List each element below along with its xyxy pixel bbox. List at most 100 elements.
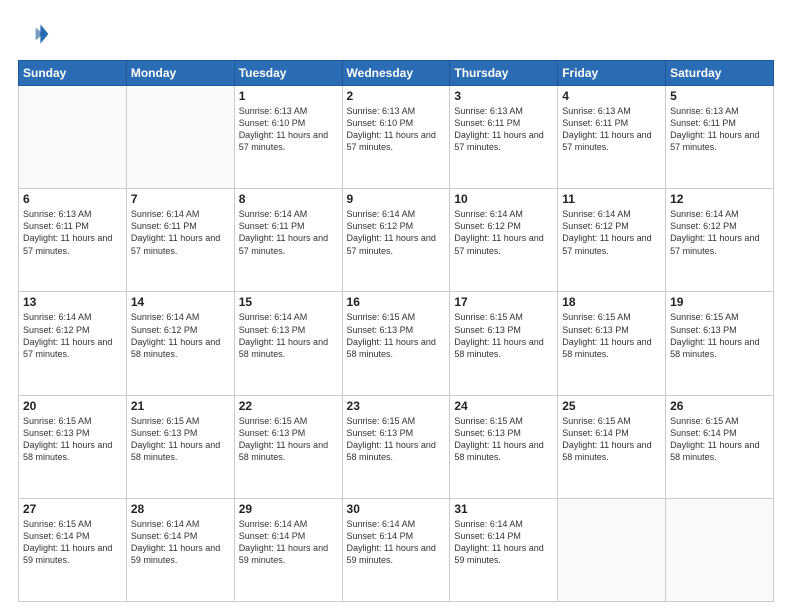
day-info: Sunrise: 6:14 AM Sunset: 6:12 PM Dayligh… [670, 208, 769, 257]
day-info: Sunrise: 6:15 AM Sunset: 6:14 PM Dayligh… [670, 415, 769, 464]
calendar-cell: 16 Sunrise: 6:15 AM Sunset: 6:13 PM Dayli… [342, 292, 450, 395]
calendar-cell: 26 Sunrise: 6:15 AM Sunset: 6:14 PM Dayli… [666, 395, 774, 498]
day-info: Sunrise: 6:13 AM Sunset: 6:11 PM Dayligh… [454, 105, 553, 154]
day-info: Sunrise: 6:15 AM Sunset: 6:14 PM Dayligh… [562, 415, 661, 464]
day-info: Sunrise: 6:15 AM Sunset: 6:13 PM Dayligh… [347, 311, 446, 360]
day-info: Sunrise: 6:13 AM Sunset: 6:10 PM Dayligh… [239, 105, 338, 154]
day-number: 3 [454, 89, 553, 103]
calendar-cell: 10 Sunrise: 6:14 AM Sunset: 6:12 PM Dayli… [450, 189, 558, 292]
weekday-header-thursday: Thursday [450, 61, 558, 86]
day-number: 7 [131, 192, 230, 206]
day-info: Sunrise: 6:14 AM Sunset: 6:12 PM Dayligh… [347, 208, 446, 257]
calendar-cell: 12 Sunrise: 6:14 AM Sunset: 6:12 PM Dayli… [666, 189, 774, 292]
day-number: 30 [347, 502, 446, 516]
calendar-cell [126, 86, 234, 189]
weekday-header-row: SundayMondayTuesdayWednesdayThursdayFrid… [19, 61, 774, 86]
day-number: 26 [670, 399, 769, 413]
calendar-cell: 31 Sunrise: 6:14 AM Sunset: 6:14 PM Dayli… [450, 498, 558, 601]
week-row-5: 27 Sunrise: 6:15 AM Sunset: 6:14 PM Dayli… [19, 498, 774, 601]
calendar-cell: 1 Sunrise: 6:13 AM Sunset: 6:10 PM Daylig… [234, 86, 342, 189]
calendar-cell: 9 Sunrise: 6:14 AM Sunset: 6:12 PM Daylig… [342, 189, 450, 292]
day-info: Sunrise: 6:15 AM Sunset: 6:13 PM Dayligh… [131, 415, 230, 464]
calendar-cell: 20Sunrise: 6:15 AM Sunset: 6:13 PM Dayli… [19, 395, 127, 498]
calendar-cell: 24 Sunrise: 6:15 AM Sunset: 6:13 PM Dayli… [450, 395, 558, 498]
calendar-table: SundayMondayTuesdayWednesdayThursdayFrid… [18, 60, 774, 602]
weekday-header-saturday: Saturday [666, 61, 774, 86]
day-number: 21 [131, 399, 230, 413]
day-number: 16 [347, 295, 446, 309]
calendar-cell: 6 Sunrise: 6:13 AM Sunset: 6:11 PM Daylig… [19, 189, 127, 292]
day-number: 15 [239, 295, 338, 309]
day-number: 10 [454, 192, 553, 206]
calendar-cell: 25Sunrise: 6:15 AM Sunset: 6:14 PM Dayli… [558, 395, 666, 498]
calendar-cell [666, 498, 774, 601]
day-number: 14 [131, 295, 230, 309]
calendar-cell [19, 86, 127, 189]
calendar-cell: 23 Sunrise: 6:15 AM Sunset: 6:13 PM Dayli… [342, 395, 450, 498]
day-info: Sunrise: 6:13 AM Sunset: 6:10 PM Dayligh… [347, 105, 446, 154]
day-info: Sunrise: 6:15 AM Sunset: 6:13 PM Dayligh… [454, 311, 553, 360]
calendar-cell: 2Sunrise: 6:13 AM Sunset: 6:10 PM Daylig… [342, 86, 450, 189]
day-number: 31 [454, 502, 553, 516]
day-number: 1 [239, 89, 338, 103]
day-number: 5 [670, 89, 769, 103]
weekday-header-wednesday: Wednesday [342, 61, 450, 86]
calendar-cell: 15 Sunrise: 6:14 AM Sunset: 6:13 PM Dayli… [234, 292, 342, 395]
weekday-header-monday: Monday [126, 61, 234, 86]
day-number: 6 [23, 192, 122, 206]
day-number: 12 [670, 192, 769, 206]
week-row-3: 13Sunrise: 6:14 AM Sunset: 6:12 PM Dayli… [19, 292, 774, 395]
day-number: 4 [562, 89, 661, 103]
weekday-header-friday: Friday [558, 61, 666, 86]
day-info: Sunrise: 6:15 AM Sunset: 6:13 PM Dayligh… [454, 415, 553, 464]
day-info: Sunrise: 6:15 AM Sunset: 6:13 PM Dayligh… [239, 415, 338, 464]
day-number: 19 [670, 295, 769, 309]
calendar-cell: 19 Sunrise: 6:15 AM Sunset: 6:13 PM Dayli… [666, 292, 774, 395]
day-number: 20 [23, 399, 122, 413]
header [18, 18, 774, 50]
calendar-cell: 17 Sunrise: 6:15 AM Sunset: 6:13 PM Dayli… [450, 292, 558, 395]
day-number: 28 [131, 502, 230, 516]
day-info: Sunrise: 6:14 AM Sunset: 6:12 PM Dayligh… [562, 208, 661, 257]
calendar-cell [558, 498, 666, 601]
day-info: Sunrise: 6:14 AM Sunset: 6:14 PM Dayligh… [131, 518, 230, 567]
day-number: 22 [239, 399, 338, 413]
day-info: Sunrise: 6:13 AM Sunset: 6:11 PM Dayligh… [23, 208, 122, 257]
calendar-cell: 3 Sunrise: 6:13 AM Sunset: 6:11 PM Daylig… [450, 86, 558, 189]
day-info: Sunrise: 6:13 AM Sunset: 6:11 PM Dayligh… [670, 105, 769, 154]
logo-icon [18, 18, 50, 50]
day-number: 17 [454, 295, 553, 309]
weekday-header-sunday: Sunday [19, 61, 127, 86]
day-info: Sunrise: 6:14 AM Sunset: 6:12 PM Dayligh… [23, 311, 122, 360]
calendar-cell: 4 Sunrise: 6:13 AM Sunset: 6:11 PM Daylig… [558, 86, 666, 189]
logo [18, 18, 56, 50]
day-info: Sunrise: 6:14 AM Sunset: 6:14 PM Dayligh… [239, 518, 338, 567]
day-number: 24 [454, 399, 553, 413]
day-info: Sunrise: 6:14 AM Sunset: 6:12 PM Dayligh… [454, 208, 553, 257]
day-number: 9 [347, 192, 446, 206]
calendar-cell: 5 Sunrise: 6:13 AM Sunset: 6:11 PM Daylig… [666, 86, 774, 189]
day-number: 11 [562, 192, 661, 206]
day-number: 27 [23, 502, 122, 516]
week-row-1: 1 Sunrise: 6:13 AM Sunset: 6:10 PM Daylig… [19, 86, 774, 189]
calendar-cell: 13Sunrise: 6:14 AM Sunset: 6:12 PM Dayli… [19, 292, 127, 395]
day-number: 8 [239, 192, 338, 206]
page: SundayMondayTuesdayWednesdayThursdayFrid… [0, 0, 792, 612]
day-info: Sunrise: 6:14 AM Sunset: 6:14 PM Dayligh… [454, 518, 553, 567]
calendar-cell: 8Sunrise: 6:14 AM Sunset: 6:11 PM Daylig… [234, 189, 342, 292]
calendar-cell: 29Sunrise: 6:14 AM Sunset: 6:14 PM Dayli… [234, 498, 342, 601]
calendar-cell: 27 Sunrise: 6:15 AM Sunset: 6:14 PM Dayli… [19, 498, 127, 601]
day-info: Sunrise: 6:15 AM Sunset: 6:13 PM Dayligh… [347, 415, 446, 464]
day-info: Sunrise: 6:13 AM Sunset: 6:11 PM Dayligh… [562, 105, 661, 154]
day-info: Sunrise: 6:14 AM Sunset: 6:13 PM Dayligh… [239, 311, 338, 360]
day-number: 23 [347, 399, 446, 413]
day-number: 18 [562, 295, 661, 309]
day-info: Sunrise: 6:15 AM Sunset: 6:13 PM Dayligh… [670, 311, 769, 360]
calendar-cell: 14Sunrise: 6:14 AM Sunset: 6:12 PM Dayli… [126, 292, 234, 395]
week-row-2: 6 Sunrise: 6:13 AM Sunset: 6:11 PM Daylig… [19, 189, 774, 292]
week-row-4: 20 Sunrise: 6:15 AM Sunset: 6:13 PM Dayli… [19, 395, 774, 498]
day-info: Sunrise: 6:14 AM Sunset: 6:14 PM Dayligh… [347, 518, 446, 567]
day-info: Sunrise: 6:14 AM Sunset: 6:11 PM Dayligh… [131, 208, 230, 257]
calendar-cell: 21 Sunrise: 6:15 AM Sunset: 6:13 PM Dayli… [126, 395, 234, 498]
day-info: Sunrise: 6:15 AM Sunset: 6:14 PM Dayligh… [23, 518, 122, 567]
